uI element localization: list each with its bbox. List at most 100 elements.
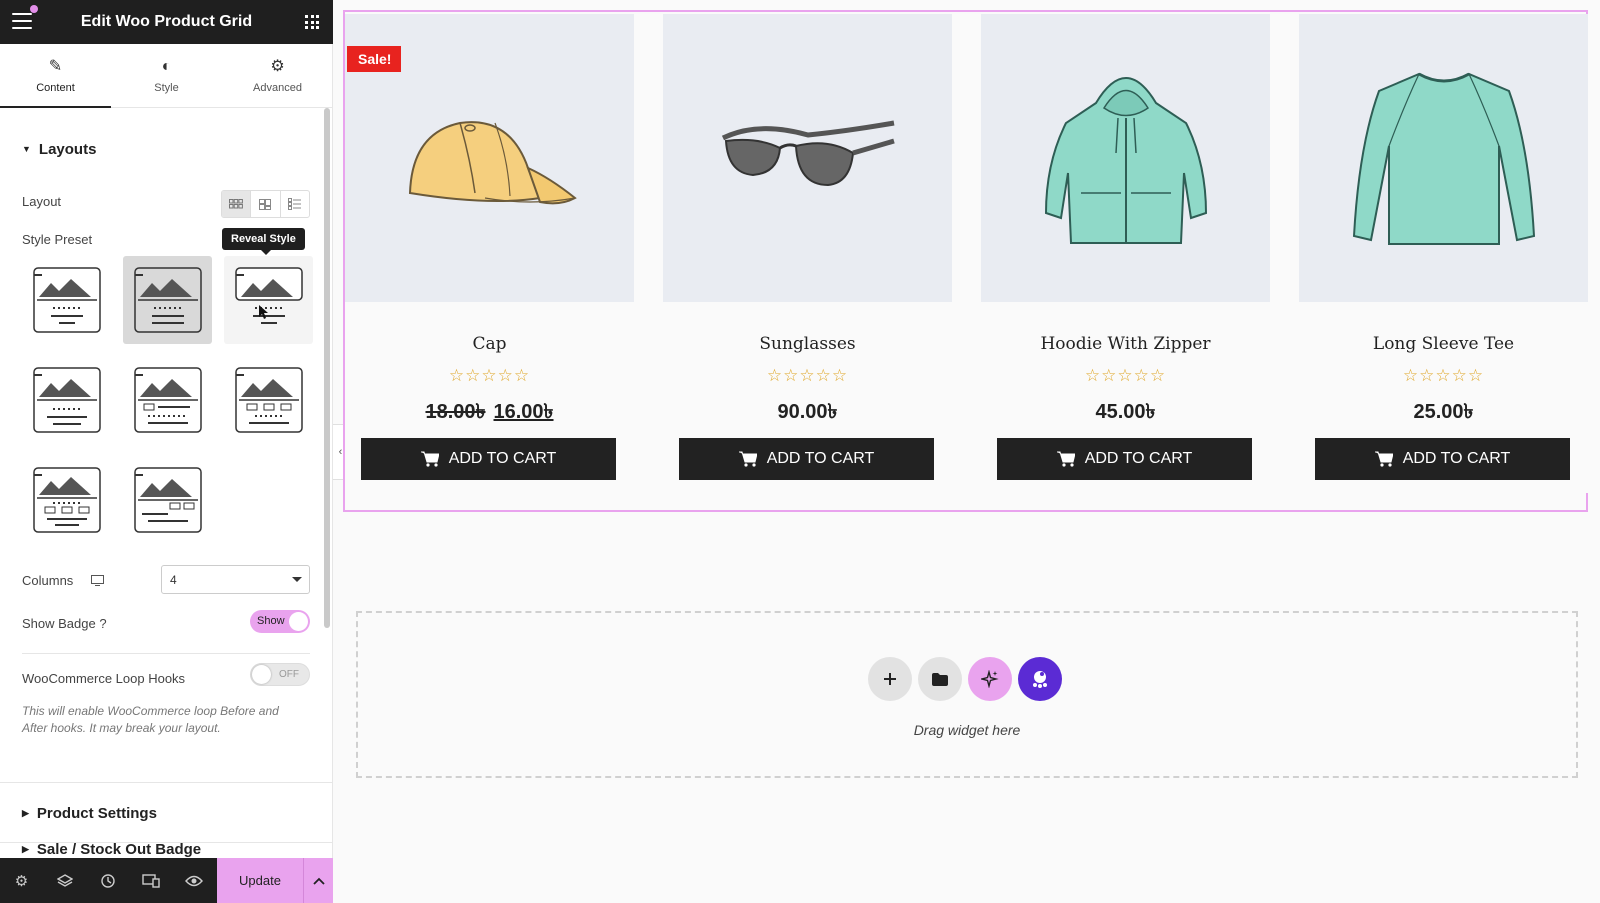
history-icon[interactable]	[86, 858, 129, 903]
product-card: Cap ☆☆☆☆☆ 18.00৳ 16.00৳ ADD TO CART	[345, 14, 634, 493]
preset-thumbnail-icon	[133, 467, 202, 533]
settings-gear-icon[interactable]: ⚙	[0, 858, 43, 903]
preview-eye-icon[interactable]	[172, 858, 215, 903]
editor-footer: ⚙ Update	[0, 858, 333, 903]
sale-stock-section[interactable]: ▶ Sale / Stock Out Badge	[0, 841, 333, 858]
toggle-knob	[289, 612, 308, 631]
style-preset-2[interactable]	[123, 256, 212, 344]
add-to-cart-button[interactable]: ADD TO CART	[361, 438, 616, 480]
old-price: 18.00৳	[425, 401, 486, 423]
layout-masonry-button[interactable]	[251, 191, 281, 217]
layouts-section-toggle[interactable]: ▼ Layouts	[22, 141, 96, 158]
editor-header: Edit Woo Product Grid	[0, 0, 333, 44]
addon-button[interactable]	[1018, 657, 1062, 701]
tab-advanced[interactable]: ⚙ Advanced	[222, 44, 333, 107]
tab-content[interactable]: ✎ Content	[0, 44, 111, 108]
panel-title: Edit Woo Product Grid	[80, 13, 253, 30]
style-preset-6[interactable]	[224, 356, 313, 444]
layout-switcher	[221, 190, 310, 218]
desktop-icon[interactable]	[90, 575, 104, 586]
add-template-button[interactable]	[918, 657, 962, 701]
product-settings-toggle[interactable]: ▶ Product Settings	[22, 805, 157, 822]
sale-stock-toggle[interactable]: ▶ Sale / Stock Out Badge	[22, 841, 201, 858]
widgets-grid-icon[interactable]	[305, 15, 319, 29]
tab-style[interactable]: ◐ Style	[111, 44, 222, 107]
columns-select[interactable]: 4	[161, 565, 310, 594]
preset-thumbnail-icon	[133, 267, 202, 333]
editor-sidebar: Edit Woo Product Grid ✎ Content ◐ Style …	[0, 0, 333, 903]
long-sleeve-tee-image	[1352, 72, 1535, 245]
style-preset-7[interactable]	[22, 456, 111, 544]
loop-hooks-label: WooCommerce Loop Hooks	[22, 671, 186, 686]
addon-logo-icon	[1033, 671, 1047, 688]
product-image[interactable]	[1299, 14, 1588, 302]
sale-price: 16.00৳	[493, 401, 554, 423]
product-title[interactable]: Long Sleeve Tee	[1299, 334, 1588, 354]
product-image[interactable]	[981, 14, 1270, 302]
cart-icon	[420, 451, 439, 467]
layers-icon[interactable]	[43, 858, 86, 903]
show-badge-state: Show	[257, 615, 285, 627]
controls-panel: ▼ Layouts Layout Style Preset Reveal Styl…	[0, 108, 333, 858]
product-grid-widget[interactable]: Cap ☆☆☆☆☆ 18.00৳ 16.00৳ ADD TO CART Sale!…	[343, 10, 1588, 512]
caret-right-icon: ▶	[22, 808, 29, 818]
columns-label: Columns	[22, 573, 104, 588]
widget-drop-zone[interactable]: Drag widget here	[356, 611, 1578, 778]
preset-thumbnail-icon	[234, 367, 303, 433]
sale-badge: Sale!	[347, 46, 402, 72]
add-section-button[interactable]	[868, 657, 912, 701]
ai-button[interactable]	[968, 657, 1012, 701]
loop-hooks-toggle[interactable]: OFF	[250, 663, 310, 686]
add-section-buttons	[868, 657, 1068, 701]
masonry-layout-icon	[259, 198, 272, 210]
add-to-cart-label: ADD TO CART	[1402, 450, 1511, 467]
panel-scrollbar[interactable]	[324, 108, 330, 628]
caret-right-icon: ▶	[22, 844, 29, 854]
product-title[interactable]: Hoodie With Zipper	[981, 334, 1270, 354]
pencil-icon: ✎	[48, 58, 63, 75]
folder-icon	[932, 672, 948, 686]
preset-thumbnail-icon	[133, 367, 202, 433]
product-card: Long Sleeve Tee ☆☆☆☆☆ 25.00৳ ADD TO CART	[1299, 14, 1588, 493]
add-to-cart-button[interactable]: ADD TO CART	[997, 438, 1252, 480]
add-to-cart-button[interactable]: ADD TO CART	[1315, 438, 1570, 480]
style-preset-1[interactable]	[22, 256, 111, 344]
style-preset-4[interactable]	[22, 356, 111, 444]
style-preset-3[interactable]	[224, 256, 313, 344]
product-price: 45.00৳	[1095, 401, 1156, 423]
tab-style-label: Style	[154, 82, 179, 94]
product-card: Hoodie With Zipper ☆☆☆☆☆ 45.00৳ ADD TO C…	[981, 14, 1270, 493]
layout-grid-button[interactable]	[222, 191, 252, 217]
style-preset-8[interactable]	[123, 456, 212, 544]
caret-down-icon: ▼	[22, 144, 31, 154]
product-settings-heading: Product Settings	[36, 805, 157, 822]
tab-advanced-label: Advanced	[253, 82, 302, 94]
layout-list-button[interactable]	[281, 191, 309, 217]
sunglasses-image	[721, 120, 895, 187]
add-to-cart-button[interactable]: ADD TO CART	[679, 438, 934, 480]
chevron-up-icon[interactable]	[303, 858, 333, 903]
cart-icon	[738, 451, 757, 467]
show-badge-toggle[interactable]: Show	[250, 610, 310, 633]
responsive-icon[interactable]	[129, 858, 172, 903]
list-layout-icon	[288, 198, 302, 210]
notification-dot	[30, 5, 38, 13]
update-button[interactable]: Update	[217, 858, 303, 903]
product-settings-section[interactable]: ▶ Product Settings	[0, 782, 333, 842]
product-price: 18.00৳ 16.00৳	[345, 397, 634, 430]
style-preset-label: Style Preset	[22, 232, 93, 247]
product-image[interactable]	[663, 14, 952, 302]
star-rating: ☆☆☆☆☆	[1402, 366, 1485, 385]
divider	[22, 653, 310, 654]
chevron-left-icon: ‹	[338, 446, 343, 458]
sale-stock-heading: Sale / Stock Out Badge	[36, 841, 202, 858]
toggle-knob	[252, 665, 271, 684]
product-title[interactable]: Cap	[345, 334, 634, 354]
panel-tabs: ✎ Content ◐ Style ⚙ Advanced	[0, 44, 333, 108]
preset-thumbnail-icon	[32, 367, 101, 433]
style-preset-5[interactable]	[123, 356, 212, 444]
star-rating: ☆☆☆☆☆	[448, 366, 531, 385]
product-price: 25.00৳	[1413, 401, 1474, 423]
plus-icon	[884, 673, 896, 685]
product-title[interactable]: Sunglasses	[663, 334, 952, 354]
